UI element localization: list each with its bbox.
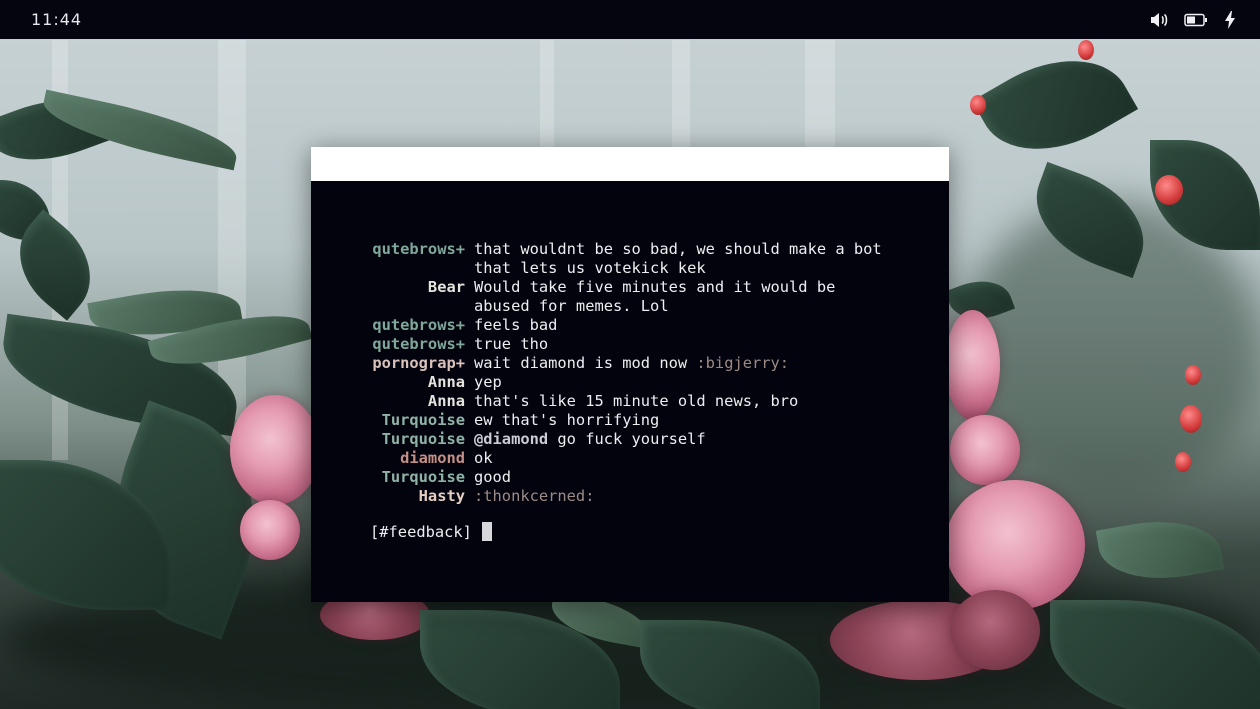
emoji-code: :bigjerry: (696, 354, 790, 372)
emoji-code: :thonkcerned: (474, 487, 595, 505)
volume-icon[interactable] (1150, 12, 1168, 28)
chat-nick: pornograp+ (372, 354, 465, 372)
chat-line: abused for memes. Lol (311, 297, 949, 316)
chat-line: pornograp+ wait diamond is mod now :bigje… (311, 354, 949, 373)
chat-line: Turquoise ew that's horrifying (311, 411, 949, 430)
chat-line: qutebrows+ feels bad (311, 316, 949, 335)
chat-message: that wouldnt be so bad, we should make a… (474, 240, 882, 258)
chat-message: ok (474, 449, 493, 467)
chat-message: yep (474, 373, 502, 391)
text-cursor (481, 522, 492, 541)
chat-nick: diamond (400, 449, 465, 467)
chat-nick: Hasty (418, 487, 465, 505)
chat-nick: Turquoise (381, 430, 465, 448)
chat-message: ew that's horrifying (474, 411, 660, 429)
chat-line: that lets us votekick kek (311, 259, 949, 278)
chat-line: qutebrows+ that wouldnt be so bad, we sho… (311, 240, 949, 259)
terminal-window[interactable]: qutebrows+ that wouldnt be so bad, we sho… (311, 147, 949, 602)
chat-message: feels bad (474, 316, 558, 334)
chat-buffer: qutebrows+ that wouldnt be so bad, we sho… (311, 240, 949, 506)
window-titlebar[interactable] (311, 147, 949, 181)
chat-nick: Turquoise (381, 468, 465, 486)
chat-nick (311, 259, 465, 278)
chat-message: Would take five minutes and it would be (474, 278, 836, 296)
message-text: wait diamond is mod now (474, 354, 697, 372)
chat-line: Turquoise good (311, 468, 949, 487)
channel-prompt: [#feedback] (370, 522, 472, 541)
chat-line: diamond ok (311, 449, 949, 468)
chat-nick: qutebrows+ (372, 240, 465, 258)
chat-message: :thonkcerned: (465, 487, 904, 506)
chat-message: @diamond go fuck yourself (465, 430, 904, 449)
chat-nick: Anna (427, 373, 465, 391)
chat-nick (311, 297, 465, 316)
message-text: go fuck yourself (548, 430, 706, 448)
chat-line: Turquoise @diamond go fuck yourself (311, 430, 949, 449)
mention: @diamond (474, 430, 549, 448)
chat-message: wait diamond is mod now :bigjerry: (465, 354, 904, 373)
chat-nick: Bear (427, 278, 465, 296)
chat-line: Bear Would take five minutes and it would… (311, 278, 949, 297)
chat-line: Anna yep (311, 373, 949, 392)
chat-nick: Anna (427, 392, 465, 410)
chat-message: abused for memes. Lol (474, 297, 669, 315)
battery-icon[interactable] (1184, 13, 1208, 27)
charging-bolt-icon (1224, 11, 1236, 29)
system-tray (1150, 10, 1236, 30)
chat-nick: qutebrows+ (372, 316, 465, 334)
chat-line: qutebrows+ true tho (311, 335, 949, 354)
chat-line: Hasty :thonkcerned: (311, 487, 949, 506)
chat-message: good (474, 468, 512, 486)
chat-nick: Turquoise (381, 411, 465, 429)
clock[interactable]: 11:44 (31, 10, 82, 29)
chat-message: that lets us votekick kek (474, 259, 706, 277)
top-status-bar: 11:44 (0, 0, 1260, 39)
chat-message: that's like 15 minute old news, bro (474, 392, 799, 410)
chat-nick: qutebrows+ (372, 335, 465, 353)
input-line[interactable]: [#feedback] (370, 522, 492, 541)
chat-message: true tho (474, 335, 549, 353)
chat-line: Anna that's like 15 minute old news, bro (311, 392, 949, 411)
